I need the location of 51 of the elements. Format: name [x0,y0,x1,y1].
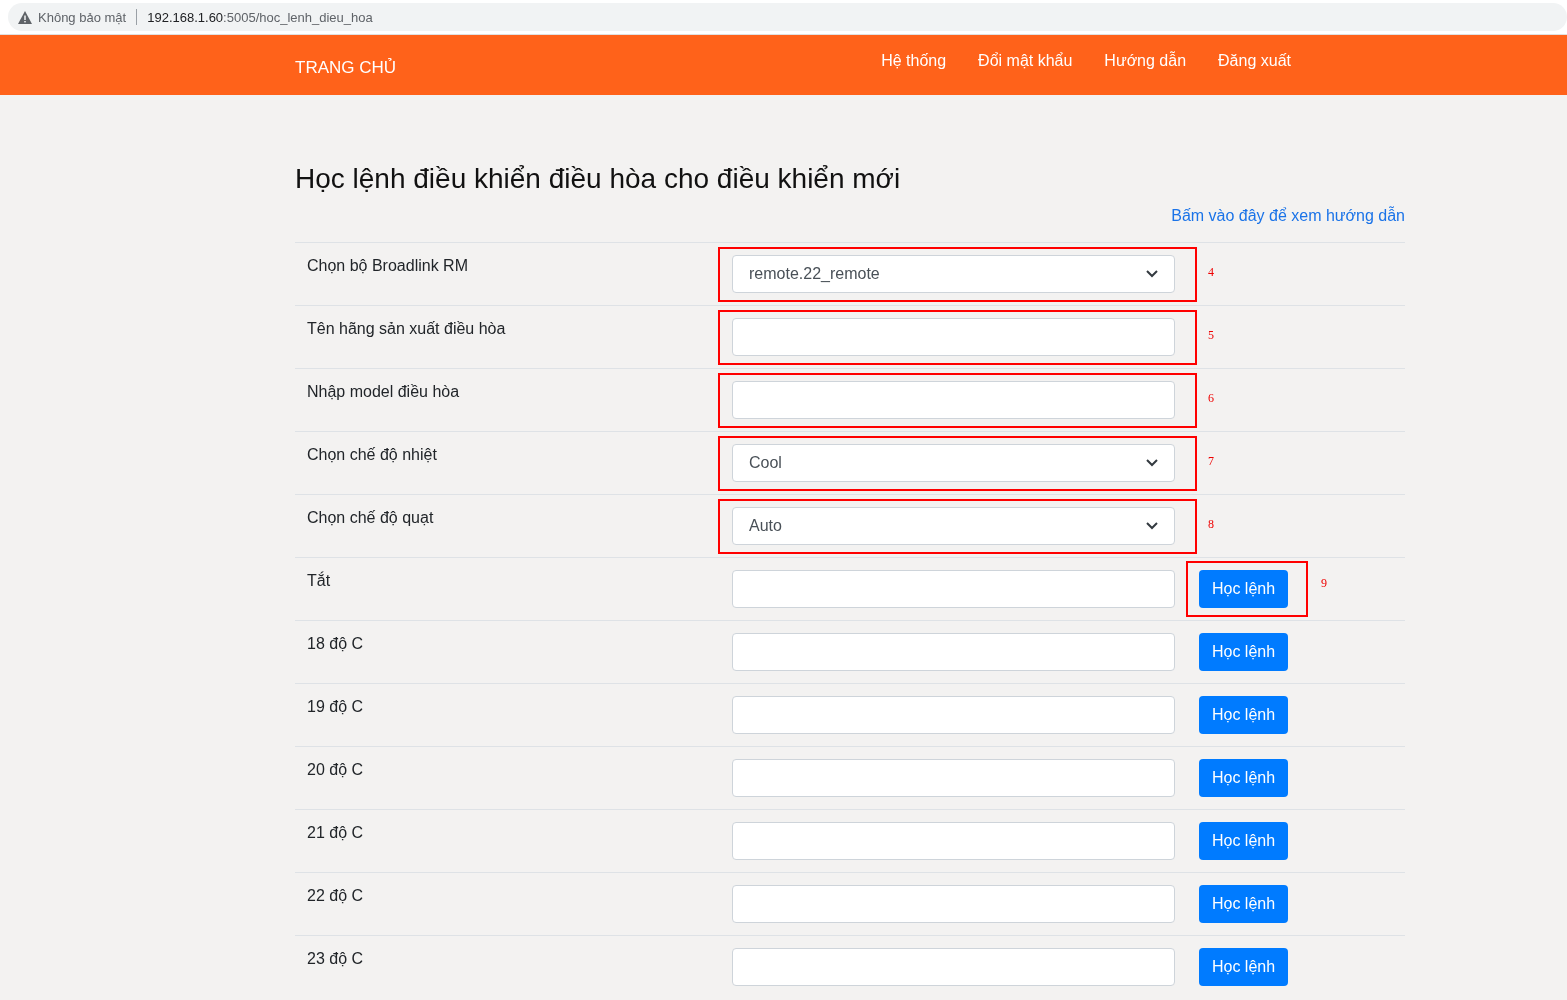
dropdown[interactable]: Auto [732,507,1175,545]
learn-button[interactable]: Học lệnh [1199,885,1288,923]
learn-button[interactable]: Học lệnh [1199,570,1288,608]
input-field[interactable] [732,885,1175,923]
chevron-down-icon [1146,270,1158,278]
field-label: Chọn chế độ nhiệt [306,445,438,464]
field-label: Nhập model điều hòa [306,382,461,401]
field-label: Chọn bộ Broadlink RM [306,256,469,275]
field-label: 18 độ C [306,634,365,653]
annotation-number: 4 [1208,265,1214,280]
field-label: 22 độ C [306,886,365,905]
annotation-number: 7 [1208,454,1214,469]
nav-link[interactable]: Hướng dẫn [1104,52,1187,70]
brand-link[interactable]: TRANG CHỦ [295,58,397,78]
field-label: Chọn chế độ quạt [306,508,435,527]
annotation-number: 9 [1321,576,1327,591]
learn-button[interactable]: Học lệnh [1199,759,1288,797]
annotation-number: 5 [1208,328,1214,343]
learn-button[interactable]: Học lệnh [1199,633,1288,671]
page-title: Học lệnh điều khiển điều hòa cho điều khiển mới [295,163,902,195]
warning-icon [18,10,32,24]
field-label: Tắt [306,570,332,590]
security-label: Không bảo mật [38,9,127,25]
input-field[interactable] [732,633,1175,671]
chevron-down-icon [1146,459,1158,467]
dropdown[interactable]: Cool [732,444,1175,482]
field-label: 19 độ C [306,697,365,716]
nav-link[interactable]: Đổi mật khẩu [978,52,1073,70]
input-field[interactable] [732,822,1175,860]
input-field[interactable] [732,759,1175,797]
input-field[interactable] [732,570,1175,608]
input-field[interactable] [732,696,1175,734]
field-label: 21 độ C [306,823,365,842]
annotation-number: 8 [1208,517,1214,532]
field-label: 23 độ C [306,949,365,968]
learn-button[interactable]: Học lệnh [1199,948,1288,986]
field-label: 20 độ C [306,760,365,779]
dropdown[interactable]: remote.22_remote [732,255,1175,293]
help-link[interactable]: Bấm vào đây để xem hướng dẫn [1171,207,1405,225]
url-text: 192.168.1.60:5005/hoc_lenh_dieu_hoa [147,9,373,25]
input-field[interactable] [732,318,1175,356]
chevron-down-icon [1146,522,1158,530]
learn-button[interactable]: Học lệnh [1199,696,1288,734]
input-field[interactable] [732,381,1175,419]
nav-link[interactable]: Hệ thống [881,52,947,70]
address-bar[interactable]: Không bảo mật 192.168.1.60:5005/hoc_lenh_dieu_hoa [8,3,1567,31]
learn-button[interactable]: Học lệnh [1199,822,1288,860]
annotation-number: 6 [1208,391,1214,406]
nav-link[interactable]: Đăng xuất [1218,52,1291,70]
input-field[interactable] [732,948,1175,986]
field-label: Tên hãng sản xuất điều hòa [306,319,507,338]
